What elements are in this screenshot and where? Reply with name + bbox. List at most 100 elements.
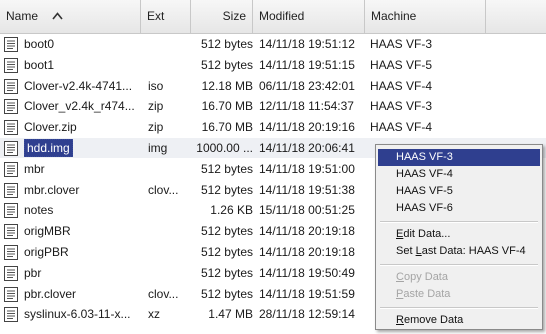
file-name: boot1 bbox=[24, 57, 55, 72]
file-modified: 14/11/18 19:51:38 bbox=[259, 182, 355, 197]
file-size: 512 bytes bbox=[200, 161, 253, 176]
file-ext bbox=[148, 34, 188, 54]
file-ext bbox=[148, 242, 188, 262]
file-row[interactable]: Clover-v2.4k-4741... iso 12.18 MB 06/11/18 … bbox=[0, 76, 546, 96]
menu-item-remove-data-mnemonic: R bbox=[396, 314, 404, 326]
file-modified: 06/11/18 23:42:01 bbox=[259, 78, 355, 93]
document-icon-graphic bbox=[4, 245, 18, 260]
column-header-ext-label: Ext bbox=[147, 9, 165, 23]
file-name: Clover.zip bbox=[24, 120, 77, 135]
file-name: boot0 bbox=[24, 37, 55, 51]
file-size: 512 bytes bbox=[200, 245, 253, 259]
file-name: Clover_v2.4k_r474... bbox=[24, 99, 135, 114]
column-header-size-label: Size bbox=[222, 9, 246, 23]
document-icon-graphic bbox=[4, 37, 18, 52]
document-icon bbox=[4, 120, 18, 136]
file-modified: 28/11/18 12:59:14 bbox=[259, 307, 355, 322]
file-size: 1.26 KB bbox=[210, 203, 253, 218]
menu-separator bbox=[380, 264, 538, 266]
menu-item-remove-data[interactable]: Remove Data bbox=[378, 312, 540, 329]
file-size: 512 bytes bbox=[200, 265, 253, 280]
menu-item-paste-data[interactable]: Paste Data bbox=[378, 286, 540, 303]
file-modified: 14/11/18 20:19:16 bbox=[259, 120, 355, 135]
selected-file-name: hdd.img bbox=[24, 139, 73, 157]
file-size: 512 bytes bbox=[200, 224, 253, 239]
menu-item-copy-data[interactable]: Copy Data bbox=[378, 269, 540, 286]
file-ext: xz bbox=[148, 307, 160, 322]
file-machine: HAAS VF-5 bbox=[370, 57, 433, 72]
menu-item-machine-vf3[interactable]: HAAS VF-3 bbox=[378, 149, 540, 166]
file-ext bbox=[148, 200, 188, 220]
menu-item-machine-vf4[interactable]: HAAS VF-4 bbox=[378, 166, 540, 183]
document-icon bbox=[4, 182, 18, 198]
file-size: 12.18 MB bbox=[201, 78, 253, 93]
file-name: origPBR bbox=[24, 245, 69, 259]
document-icon bbox=[4, 57, 18, 73]
document-icon bbox=[4, 161, 18, 177]
document-icon-graphic bbox=[4, 161, 18, 177]
file-row[interactable]: Clover.zip zip 16.70 MB 14/11/18 20:19:16 HA… bbox=[0, 117, 546, 137]
file-size: 16.70 MB bbox=[201, 99, 253, 114]
file-modified: 14/11/18 19:51:15 bbox=[259, 57, 355, 72]
document-icon-graphic bbox=[4, 203, 18, 219]
menu-item-paste-data-post: aste Data bbox=[403, 288, 451, 300]
menu-item-edit-data[interactable]: Edit Data... bbox=[378, 226, 540, 243]
document-icon-graphic bbox=[4, 286, 18, 302]
file-row[interactable]: Clover_v2.4k_r474... zip 16.70 MB 12/11/18 … bbox=[0, 96, 546, 116]
file-modified: 14/11/18 19:50:49 bbox=[259, 265, 355, 280]
document-icon-graphic bbox=[4, 265, 18, 281]
column-header-machine[interactable]: Machine bbox=[365, 0, 486, 33]
menu-item-edit-data-post: dit Data... bbox=[403, 228, 451, 240]
column-header-name[interactable]: Name bbox=[0, 0, 141, 33]
document-icon bbox=[4, 99, 18, 115]
file-machine: HAAS VF-3 bbox=[370, 99, 433, 114]
document-icon bbox=[4, 141, 18, 156]
document-icon-graphic bbox=[4, 99, 18, 115]
file-ext: img bbox=[148, 141, 168, 155]
menu-item-machine-vf5[interactable]: HAAS VF-5 bbox=[378, 183, 540, 200]
file-name: hdd.img bbox=[24, 138, 139, 158]
file-size: 512 bytes bbox=[200, 286, 253, 301]
column-header-filler bbox=[486, 0, 546, 33]
file-ext bbox=[148, 159, 188, 179]
document-icon-graphic bbox=[4, 78, 18, 94]
document-icon bbox=[4, 307, 18, 323]
menu-item-set-last-data[interactable]: Set Last Data: HAAS VF-4 bbox=[378, 243, 540, 260]
file-name: pbr.clover bbox=[24, 286, 77, 301]
document-icon-graphic bbox=[4, 307, 18, 323]
menu-item-copy-data-mnemonic: C bbox=[396, 271, 404, 283]
document-icon bbox=[4, 37, 18, 52]
file-machine: HAAS VF-4 bbox=[370, 120, 433, 135]
column-header-machine-label: Machine bbox=[371, 9, 417, 23]
file-modified: 14/11/18 20:19:18 bbox=[259, 224, 355, 239]
column-header-modified[interactable]: Modified bbox=[253, 0, 365, 33]
file-row[interactable]: boot0 512 bytes 14/11/18 19:51:12 HAAS VF-3 bbox=[0, 34, 546, 54]
file-row[interactable]: boot1 512 bytes 14/11/18 19:51:15 HAAS VF-5 bbox=[0, 55, 546, 75]
column-header-ext[interactable]: Ext bbox=[141, 0, 191, 33]
file-ext bbox=[148, 263, 188, 283]
file-ext bbox=[148, 221, 188, 241]
menu-item-set-last-data-post: ast Data: HAAS VF-4 bbox=[421, 245, 526, 257]
menu-separator bbox=[380, 221, 538, 223]
sort-ascending-icon bbox=[52, 12, 63, 20]
menu-item-set-last-data-pre: Set bbox=[396, 245, 416, 257]
file-size: 1.47 MB bbox=[208, 307, 253, 322]
document-icon bbox=[4, 286, 18, 302]
file-modified: 14/11/18 19:51:00 bbox=[259, 161, 355, 176]
document-icon-graphic bbox=[4, 182, 18, 198]
context-menu: HAAS VF-3 HAAS VF-4 HAAS VF-5 HAAS VF-6 … bbox=[375, 144, 543, 330]
file-size: 16.70 MB bbox=[201, 120, 253, 135]
column-header-size[interactable]: Size bbox=[191, 0, 253, 33]
file-name: mbr bbox=[24, 161, 45, 176]
menu-item-machine-vf6[interactable]: HAAS VF-6 bbox=[378, 200, 540, 217]
file-name: pbr bbox=[24, 265, 42, 280]
file-modified: 12/11/18 11:54:37 bbox=[259, 99, 354, 114]
file-modified: 14/11/18 20:19:18 bbox=[259, 245, 355, 259]
file-ext: clov... bbox=[148, 182, 179, 197]
file-machine: HAAS VF-3 bbox=[370, 37, 433, 51]
document-icon bbox=[4, 245, 18, 260]
document-icon-graphic bbox=[4, 120, 18, 136]
file-ext: zip bbox=[148, 99, 164, 114]
menu-separator bbox=[380, 307, 538, 309]
file-ext: clov... bbox=[148, 286, 179, 301]
